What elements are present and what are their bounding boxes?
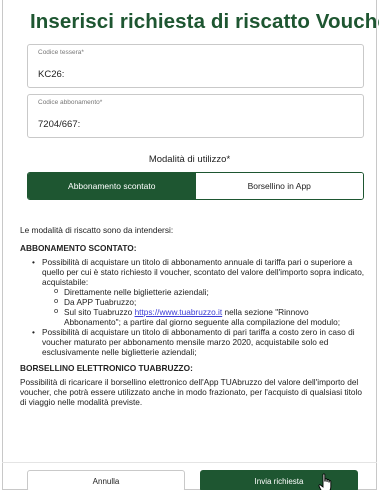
subscription-options-list: Possibilità di acquistare un titolo di a… <box>20 257 365 357</box>
list-item: Da APP Tuabruzzo; <box>54 296 365 307</box>
info-intro: Le modalità di riscatto sono da intender… <box>20 225 174 235</box>
mode-option-discounted-subscription[interactable]: Abbonamento scontato <box>28 173 196 199</box>
subscription-code-input[interactable] <box>38 117 158 131</box>
subscription-option-annual: Possibilità di acquistare un titolo di a… <box>42 257 365 287</box>
card-number-input[interactable] <box>38 67 158 81</box>
section-heading-subscription-text: ABBONAMENTO SCONTATO <box>20 243 134 253</box>
section-heading-wallet: BORSELLINO ELETTRONICO TUABRUZZO: <box>20 363 193 373</box>
card-number-label: Codice tessera* <box>38 49 84 56</box>
card-number-field[interactable]: Codice tessera* <box>27 44 364 88</box>
section-heading-wallet-text: BORSELLINO ELETTRONICO TUABRUZZO <box>20 363 191 373</box>
list-item: Sul sito Tuabruzzo https://www.tuabruzzo… <box>54 306 365 327</box>
list-item: Direttamente nelle biglietterie aziendal… <box>54 286 365 297</box>
wallet-description: Possibilità di ricaricare il borsellino … <box>20 377 362 407</box>
hand-cursor-icon <box>318 473 332 490</box>
mode-option-app-wallet[interactable]: Borsellino in App <box>195 173 363 199</box>
page-title: Inserisci richiesta di riscatto Voucher <box>30 10 379 33</box>
purchase-channels-list: Direttamente nelle biglietterie aziendal… <box>42 286 365 327</box>
redemption-info: Le modalità di riscatto sono da intender… <box>20 225 365 407</box>
subscription-code-field[interactable]: Codice abbonamento* <box>27 94 364 138</box>
submit-request-button[interactable]: Invia richiesta <box>200 470 358 490</box>
mode-label: Modalità di utilizzo* <box>148 154 231 165</box>
list-item: Possibilità di acquistare un titolo di a… <box>20 257 365 327</box>
mode-toggle: Abbonamento scontato Borsellino in App <box>27 172 364 200</box>
subscription-code-label: Codice abbonamento* <box>38 99 103 106</box>
section-heading-subscription: ABBONAMENTO SCONTATO: <box>20 243 137 253</box>
list-item: Possibilità di acquistare un titolo di a… <box>20 327 365 357</box>
website-channel-prefix: Sul sito Tuabruzzo <box>64 307 135 317</box>
tuabruzzo-website-link[interactable]: https://www.tuabruzzo.it <box>135 307 223 317</box>
footer-divider <box>2 462 377 463</box>
cancel-button[interactable]: Annulla <box>27 470 185 490</box>
